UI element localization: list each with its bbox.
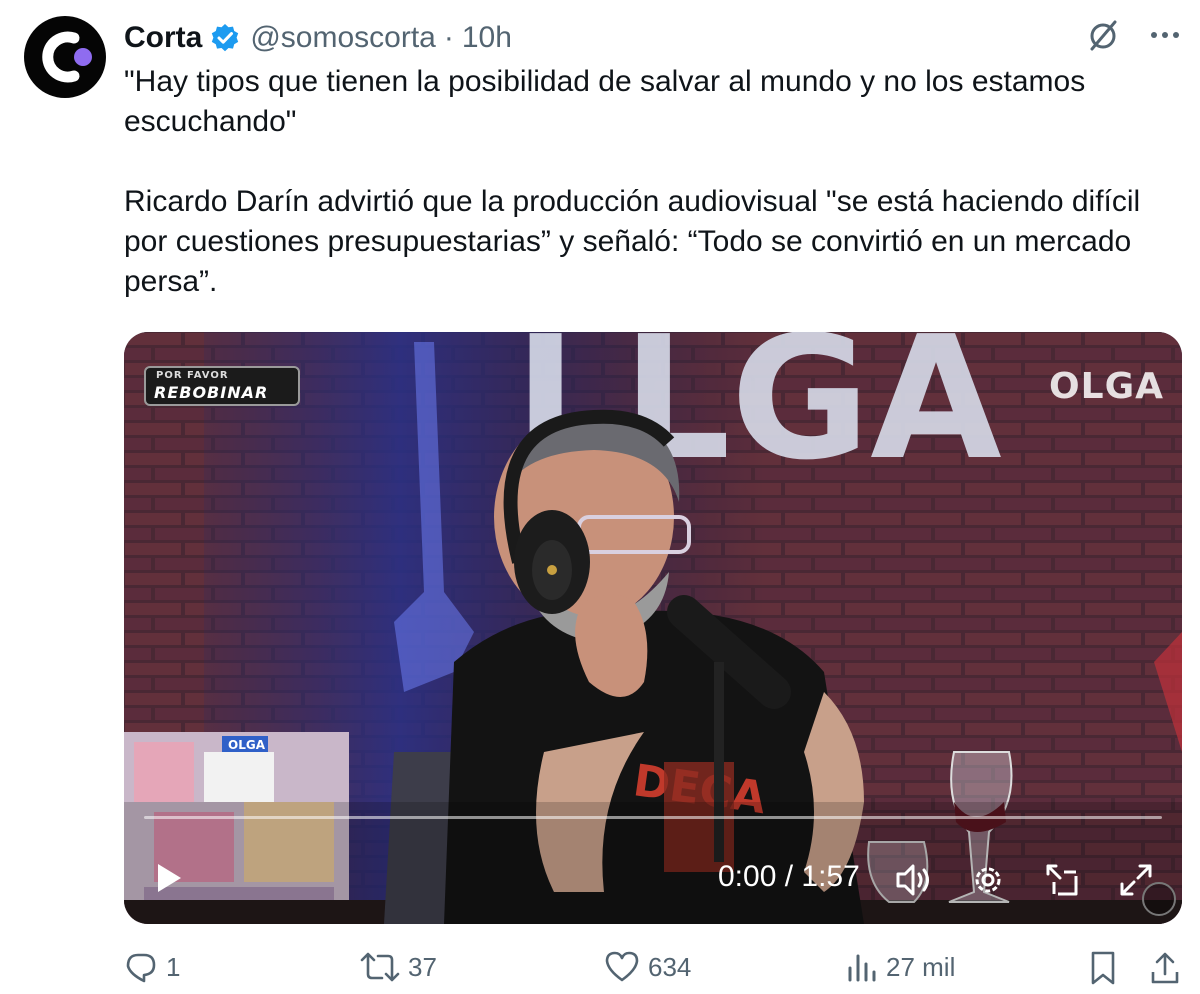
channel-badge — [1142, 882, 1176, 916]
more-icon[interactable] — [1148, 18, 1182, 57]
avatar[interactable] — [24, 16, 106, 98]
like-icon — [605, 951, 639, 982]
author-handle[interactable]: @somoscorta — [250, 21, 436, 55]
show-logo: POR FAVOR REBOBINAR — [144, 366, 300, 406]
video-controls: 0:00 / 1:57 — [124, 850, 1182, 910]
bookmark-button[interactable] — [1088, 950, 1118, 986]
reply-button[interactable]: 1 — [124, 950, 180, 984]
views-count: 27 mil — [886, 951, 956, 982]
play-icon[interactable] — [154, 862, 184, 899]
verified-badge-icon[interactable] — [210, 23, 240, 53]
tweet-paragraph: "Hay tipos que tienen la posibilidad de … — [124, 65, 1086, 138]
time-separator: / — [776, 860, 802, 893]
video-timer: 0:00 / 1:57 — [718, 860, 860, 894]
repost-icon — [360, 952, 400, 982]
tweet-actions: 1 37 634 27 mil — [124, 950, 1184, 994]
reply-icon — [126, 953, 156, 983]
meta-separator: · — [443, 21, 454, 54]
settings-icon[interactable] — [970, 862, 1006, 903]
video-frame: LLGA OLGA DECA — [124, 332, 1182, 924]
volume-icon[interactable] — [894, 862, 934, 903]
like-count: 634 — [648, 951, 692, 982]
views-icon — [848, 954, 876, 982]
tweet-header: Corta @somoscorta · 10h — [124, 18, 512, 58]
author-name[interactable]: Corta — [124, 21, 202, 55]
video-player[interactable]: LLGA OLGA DECA — [124, 332, 1182, 924]
show-logo-line2: REBOBINAR — [154, 383, 269, 402]
progress-bar[interactable] — [144, 816, 1162, 819]
grok-icon[interactable] — [1086, 18, 1120, 57]
timestamp[interactable]: 10h — [462, 21, 512, 55]
show-logo-line1: POR FAVOR — [156, 370, 229, 381]
reply-count: 1 — [166, 951, 181, 982]
tweet-paragraph: Ricardo Darín advirtió que la producción… — [124, 185, 1141, 298]
share-icon — [1151, 952, 1179, 984]
channel-watermark: OLGA — [1049, 366, 1164, 407]
laptop-sticker-text: OLGA — [228, 738, 266, 752]
like-button[interactable]: 634 — [604, 950, 691, 984]
tweet-text: "Hay tipos que tienen la posibilidad de … — [124, 62, 1164, 302]
corta-logo — [42, 31, 92, 83]
current-time: 0:00 — [718, 860, 777, 893]
repost-button[interactable]: 37 — [360, 950, 437, 984]
views-button[interactable]: 27 mil — [846, 950, 955, 984]
repost-count: 37 — [408, 951, 437, 982]
bookmark-icon — [1091, 951, 1115, 985]
share-button[interactable] — [1150, 950, 1180, 986]
pip-icon[interactable] — [1044, 862, 1080, 903]
top-actions — [1086, 18, 1182, 57]
duration: 1:57 — [801, 860, 860, 893]
